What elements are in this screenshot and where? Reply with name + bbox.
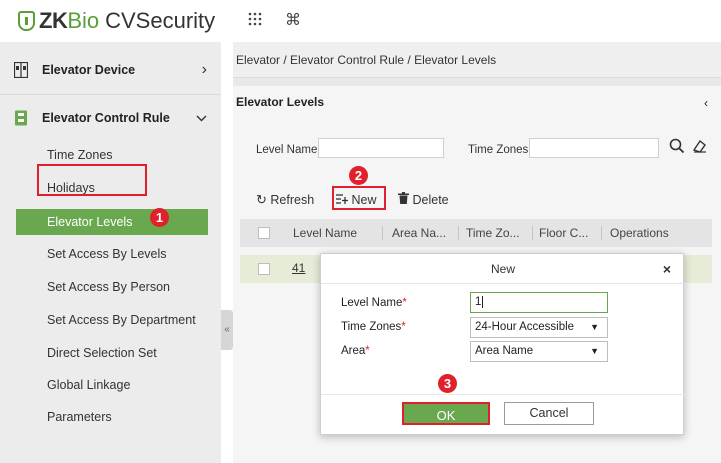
time-zones-label: Time Zones* <box>341 321 406 333</box>
trash-icon <box>398 192 412 207</box>
row-level-name-link[interactable]: 41 <box>292 261 305 275</box>
refresh-label: Refresh <box>270 193 315 207</box>
logo-shield-icon <box>18 11 35 31</box>
filter-level-name-label: Level Name <box>256 144 318 156</box>
sidebar-collapse-handle[interactable]: « <box>221 310 233 350</box>
new-level-dialog: New × Level Name* 1 Time Zones* 24-Hour … <box>320 253 685 435</box>
area-label: Area* <box>341 345 370 357</box>
refresh-button[interactable]: ↻ Refresh <box>256 190 314 210</box>
cancel-button[interactable]: Cancel <box>504 402 594 425</box>
column-separator <box>532 226 533 240</box>
sidebar-item-set-access-by-levels[interactable]: Set Access By Levels <box>0 241 221 267</box>
search-icon[interactable] <box>669 138 685 154</box>
annotation-highlight-elevator-levels <box>37 164 147 196</box>
annotation-step-2-badge: 2 <box>349 166 368 185</box>
delete-label: Delete <box>412 193 449 207</box>
sidebar-group-elevator-device[interactable]: Elevator Device › <box>0 47 221 93</box>
app-logo: ZK Bio CVSecurity <box>18 8 215 34</box>
row-checkbox[interactable] <box>258 263 270 275</box>
logo-bio-text: Bio <box>67 8 100 33</box>
apps-grid-icon[interactable] <box>248 12 262 31</box>
sidebar-item-set-access-by-department[interactable]: Set Access By Department <box>0 307 221 333</box>
annotation-highlight-new-button <box>332 186 386 210</box>
column-header-floor-count[interactable]: Floor C... <box>539 219 588 247</box>
annotation-step-3-badge: 3 <box>438 374 457 393</box>
sidebar-group-elevator-control-rule[interactable]: Elevator Control Rule <box>0 95 221 141</box>
annotation-step-1-badge: 1 <box>150 208 169 227</box>
column-header-time-zones[interactable]: Time Zo... <box>466 219 520 247</box>
filter-time-zones-label: Time Zones <box>468 144 529 156</box>
sidebar: Elevator Device › Elevator Control Rule … <box>0 42 221 463</box>
sidebar-item-direct-selection-set[interactable]: Direct Selection Set <box>0 340 221 366</box>
column-header-area-name[interactable]: Area Na... <box>392 219 446 247</box>
sidebar-item-global-linkage[interactable]: Global Linkage <box>0 372 221 398</box>
time-zones-value: 24-Hour Accessible <box>475 321 575 333</box>
panel-collapse-icon[interactable]: ‹ <box>704 96 708 110</box>
area-value: Area Name <box>475 345 534 357</box>
caret-down-icon: ▼ <box>590 346 599 356</box>
column-separator <box>382 226 383 240</box>
logo-cvsecurity-text: CVSecurity <box>105 8 216 33</box>
eraser-icon[interactable] <box>692 138 708 154</box>
app-header: ZK Bio CVSecurity ⌘ <box>0 0 721 42</box>
level-name-label: Level Name* <box>341 297 407 309</box>
filter-level-name-input[interactable] <box>318 138 444 158</box>
command-icon[interactable]: ⌘ <box>285 10 301 30</box>
ok-button[interactable]: OK <box>402 402 490 425</box>
chevron-down-icon <box>196 111 207 125</box>
dialog-footer-divider <box>321 394 685 395</box>
sidebar-group-label: Elevator Control Rule <box>42 111 170 125</box>
elevator-device-icon <box>13 61 29 79</box>
sidebar-item-set-access-by-person[interactable]: Set Access By Person <box>0 274 221 300</box>
logo-zk-text: ZK <box>39 8 68 33</box>
filter-time-zones-input[interactable] <box>529 138 659 158</box>
sidebar-group-label: Elevator Device <box>42 63 136 77</box>
area-select[interactable]: Area Name ▼ <box>470 341 608 362</box>
caret-down-icon: ▼ <box>590 322 599 332</box>
sidebar-item-parameters[interactable]: Parameters <box>0 404 221 430</box>
level-name-value: 1 <box>475 296 482 308</box>
column-separator <box>601 226 602 240</box>
panel-title: Elevator Levels <box>236 95 325 109</box>
delete-button[interactable]: Delete <box>398 190 449 210</box>
elevator-control-rule-icon <box>14 110 28 126</box>
breadcrumb: Elevator / Elevator Control Rule / Eleva… <box>233 42 721 78</box>
sidebar-item-elevator-levels[interactable]: Elevator Levels <box>16 209 208 235</box>
column-separator <box>458 226 459 240</box>
dialog-title: New <box>321 254 685 284</box>
close-icon[interactable]: × <box>663 261 671 277</box>
chevron-right-icon: › <box>201 61 207 78</box>
select-all-checkbox[interactable] <box>258 227 270 239</box>
grid-header: Level Name Area Na... Time Zo... Floor C… <box>240 219 712 247</box>
column-header-operations[interactable]: Operations <box>610 219 669 247</box>
column-header-level-name[interactable]: Level Name <box>293 219 357 247</box>
level-name-input[interactable]: 1 <box>470 292 608 313</box>
refresh-icon: ↻ <box>256 192 267 207</box>
time-zones-select[interactable]: 24-Hour Accessible ▼ <box>470 317 608 338</box>
